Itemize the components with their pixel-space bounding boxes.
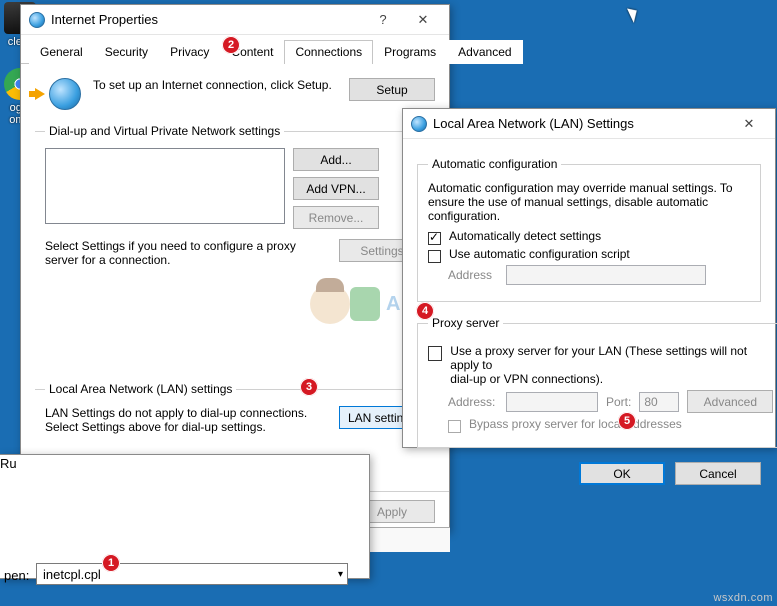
- callout-marker-2: 2: [222, 36, 240, 54]
- script-address-field: [506, 265, 706, 285]
- bypass-local-label: Bypass proxy server for local addresses: [469, 417, 682, 431]
- tab-programs[interactable]: Programs: [373, 40, 447, 64]
- dialup-listbox[interactable]: [45, 148, 285, 224]
- globe-icon: [29, 12, 45, 28]
- callout-marker-1: 1: [102, 554, 120, 572]
- proxy-address-field: [506, 392, 598, 412]
- titlebar[interactable]: Local Area Network (LAN) Settings: [403, 109, 775, 139]
- proxy-port-field: [639, 392, 679, 412]
- globe-icon: [49, 78, 81, 110]
- remove-button: Remove...: [293, 206, 379, 229]
- proxy-port-label: Port:: [606, 395, 631, 409]
- tab-security[interactable]: Security: [94, 40, 159, 64]
- setup-button[interactable]: Setup: [349, 78, 435, 101]
- use-proxy-label: dial-up or VPN connections).: [450, 372, 773, 386]
- proxy-advanced-button: Advanced: [687, 390, 773, 413]
- run-title-fragment: Ru: [0, 456, 17, 471]
- chevron-down-icon[interactable]: ▾: [338, 569, 343, 580]
- auto-config-desc: Automatic configuration may override man…: [428, 181, 750, 223]
- cancel-button[interactable]: Cancel: [675, 462, 761, 485]
- mouse-cursor-icon: [627, 5, 641, 23]
- callout-marker-4: 4: [416, 302, 434, 320]
- auto-config-legend: Automatic configuration: [428, 157, 561, 171]
- lan-settings-window: Local Area Network (LAN) Settings Automa…: [402, 108, 776, 448]
- internet-properties-window: Internet Properties General Security Pri…: [20, 4, 450, 532]
- run-open-combobox[interactable]: inetcpl.cpl ▾: [36, 563, 348, 585]
- lan-settings-group: Local Area Network (LAN) settings LAN Se…: [35, 382, 435, 438]
- titlebar[interactable]: Internet Properties: [21, 5, 449, 35]
- tab-connections[interactable]: Connections: [284, 40, 373, 64]
- add-button[interactable]: Add...: [293, 148, 379, 171]
- proxy-legend: Proxy server: [428, 316, 503, 330]
- proxy-address-label: Address:: [448, 395, 498, 409]
- setup-help-text: To set up an Internet connection, click …: [93, 78, 337, 92]
- close-button[interactable]: [729, 110, 769, 138]
- window-title: Local Area Network (LAN) Settings: [433, 116, 729, 131]
- auto-detect-label: Automatically detect settings: [449, 229, 601, 243]
- open-label: pen:: [4, 568, 29, 583]
- close-button[interactable]: [403, 6, 443, 34]
- lan-pane: Automatic configuration Automatic config…: [403, 139, 775, 499]
- use-script-label: Use automatic configuration script: [449, 247, 630, 261]
- arrow-right-icon: [35, 88, 45, 100]
- window-title: Internet Properties: [51, 12, 363, 27]
- connections-pane: To set up an Internet connection, click …: [21, 64, 449, 462]
- run-open-value: inetcpl.cpl: [43, 567, 338, 582]
- run-dialog: pen: inetcpl.cpl ▾: [0, 454, 370, 579]
- script-address-label: Address: [448, 268, 498, 282]
- proxy-group: Proxy server Use a proxy server for your…: [417, 316, 777, 448]
- ok-button[interactable]: OK: [579, 462, 665, 485]
- add-vpn-button[interactable]: Add VPN...: [293, 177, 379, 200]
- dialup-vpn-group: Dial-up and Virtual Private Network sett…: [35, 124, 435, 300]
- tab-general[interactable]: General: [29, 40, 94, 64]
- tab-advanced[interactable]: Advanced: [447, 40, 522, 64]
- lan-help-text: LAN Settings do not apply to dial-up con…: [45, 406, 331, 434]
- globe-icon: [411, 116, 427, 132]
- auto-detect-checkbox[interactable]: [428, 232, 441, 245]
- lan-legend: Local Area Network (LAN) settings: [45, 382, 236, 396]
- help-button[interactable]: [363, 6, 403, 34]
- callout-marker-3: 3: [300, 378, 318, 396]
- image-watermark: wsxdn.com: [713, 592, 773, 604]
- use-script-checkbox[interactable]: [428, 250, 441, 263]
- dialup-help-text: Select Settings if you need to configure…: [45, 239, 331, 267]
- use-proxy-label: Use a proxy server for your LAN (These s…: [450, 344, 773, 372]
- tab-privacy[interactable]: Privacy: [159, 40, 220, 64]
- dialup-legend: Dial-up and Virtual Private Network sett…: [45, 124, 284, 138]
- callout-marker-5: 5: [618, 412, 636, 430]
- use-proxy-checkbox[interactable]: [428, 346, 442, 361]
- bypass-local-checkbox: [448, 420, 461, 433]
- auto-config-group: Automatic configuration Automatic config…: [417, 157, 761, 302]
